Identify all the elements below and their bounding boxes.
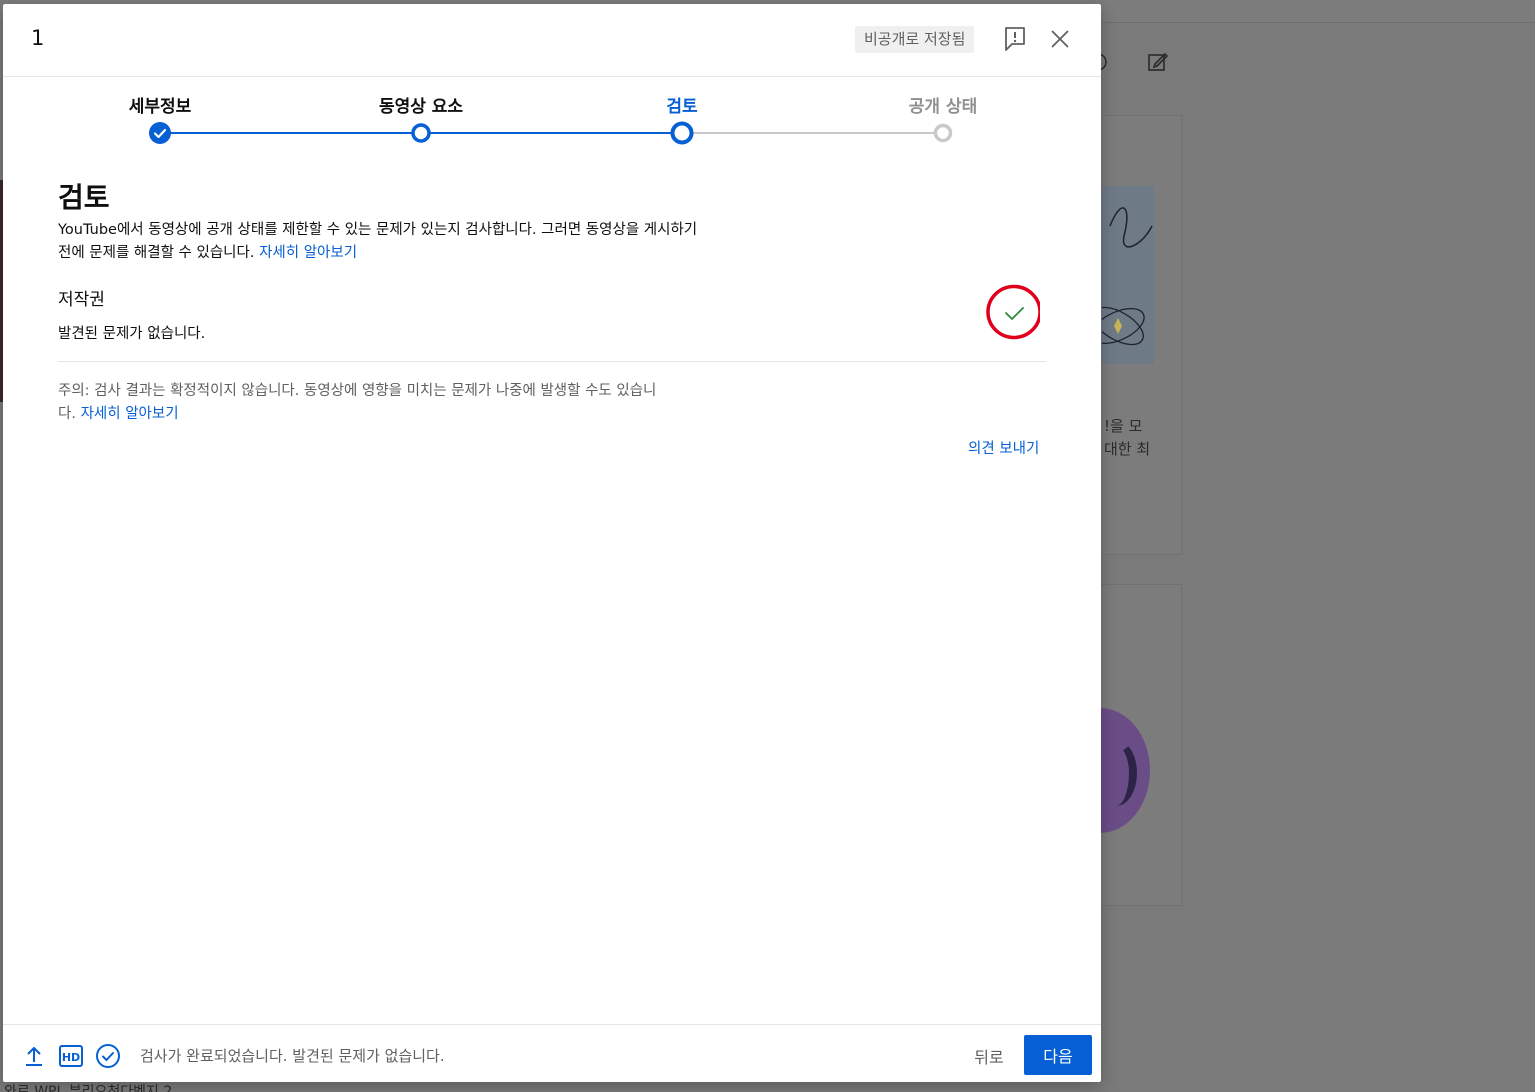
disclaimer-learn-more-link[interactable]: 자세히 알아보기 <box>81 406 179 422</box>
step-visibility-label[interactable]: 공개 상태 <box>909 92 977 117</box>
svg-text:HD: HD <box>62 1051 80 1064</box>
checks-complete-icon <box>96 1044 120 1068</box>
background-text: !을 모 <box>1104 417 1143 435</box>
report-feedback-button[interactable] <box>1000 24 1030 54</box>
step-details-check-icon[interactable] <box>148 121 172 145</box>
step-details-label[interactable]: 세부정보 <box>129 92 192 117</box>
upload-icon <box>26 1047 42 1066</box>
section-divider <box>58 361 1046 362</box>
next-button[interactable]: 다음 <box>1024 1035 1092 1075</box>
close-icon <box>1051 30 1069 48</box>
section-title: 검토 <box>58 181 110 214</box>
step-checks-label[interactable]: 검토 <box>666 92 697 117</box>
report-feedback-icon <box>1005 27 1025 51</box>
close-button[interactable] <box>1045 24 1075 54</box>
send-feedback-link[interactable]: 의견 보내기 <box>968 437 1039 458</box>
background-orb-shape <box>1095 740 1137 806</box>
learn-more-link[interactable]: 자세히 알아보기 <box>259 245 357 261</box>
upload-stepper: 세부정보 동영상 요소 검토 공개 상태 <box>3 76 1101 166</box>
background-edit-icon <box>1146 50 1170 74</box>
review-description: YouTube에서 동영상에 공개 상태를 제한할 수 있는 문제가 있는지 검… <box>58 219 698 265</box>
back-button[interactable]: 뒤로 <box>963 1037 1015 1075</box>
copyright-check-title: 저작권 <box>58 290 105 310</box>
dialog-title: 1 <box>31 26 45 50</box>
background-thumbnail <box>1091 186 1154 364</box>
hd-icon: HD <box>59 1045 83 1067</box>
check-passed-icon <box>986 284 1040 340</box>
upload-dialog: 1 비공개로 저장됨 세부정보 동영상 요소 검토 공개 상태 검토 YouTu… <box>3 4 1101 1082</box>
footer-status-text: 검사가 완료되었습니다. 발견된 문제가 없습니다. <box>140 1047 445 1065</box>
step-checks-dot[interactable] <box>670 121 694 145</box>
step-visibility-dot[interactable] <box>933 123 953 143</box>
stepper-remaining-line <box>682 132 943 134</box>
dialog-header: 1 비공개로 저장됨 <box>3 4 1101 77</box>
step-video-elements-label[interactable]: 동영상 요소 <box>379 92 463 117</box>
disclaimer-note: 주의: 검사 결과는 확정적이지 않습니다. 동영상에 영향을 미치는 문제가 … <box>58 380 658 426</box>
dialog-footer: HD 검사가 완료되었습니다. 발견된 문제가 없습니다. 뒤로 다음 <box>3 1024 1101 1083</box>
copyright-check-status: 발견된 문제가 없습니다. <box>58 326 206 342</box>
step-video-elements-dot[interactable] <box>411 123 431 143</box>
review-description-text: YouTube에서 동영상에 공개 상태를 제한할 수 있는 문제가 있는지 검… <box>58 222 698 261</box>
saved-status-badge: 비공개로 저장됨 <box>855 26 975 53</box>
background-text: 대한 최 <box>1104 440 1151 458</box>
